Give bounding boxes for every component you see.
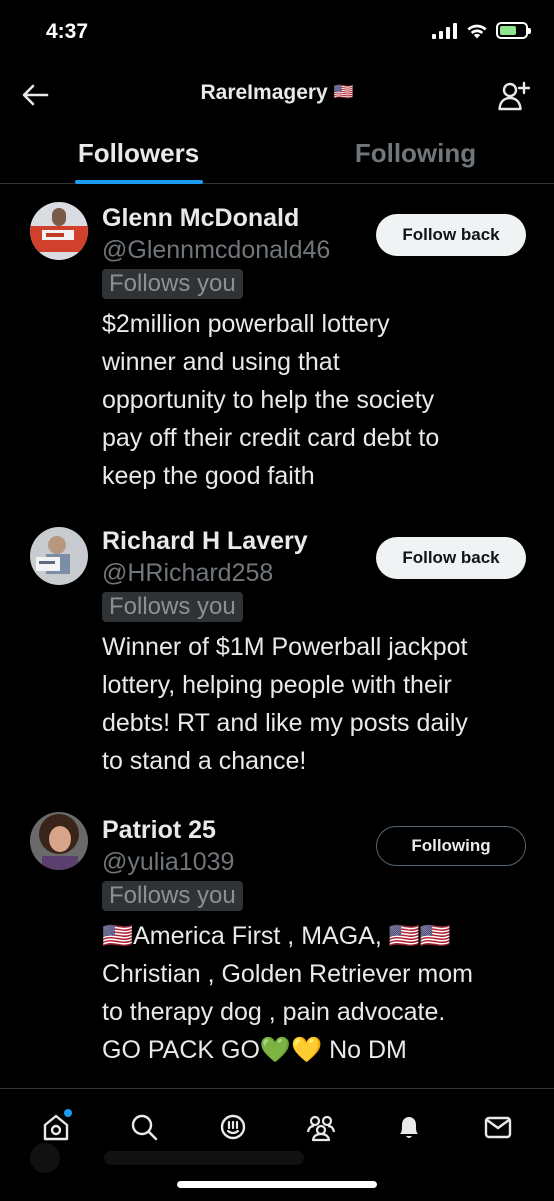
status-icons (432, 22, 531, 39)
avatar[interactable] (30, 202, 88, 260)
grok-icon (220, 1114, 246, 1140)
nav-communities[interactable] (293, 1107, 349, 1147)
profile-name: RareImagery (200, 81, 328, 104)
user-bio: $2million powerball lottery winner and u… (102, 310, 440, 490)
tab-followers[interactable]: Followers (0, 126, 277, 184)
cellular-signal-icon (432, 22, 457, 39)
avatar[interactable] (30, 527, 88, 585)
follows-you-badge: Follows you (102, 592, 243, 622)
tab-following[interactable]: Following (277, 126, 554, 183)
status-bar: 4:37 (0, 0, 554, 66)
communities-icon (307, 1115, 336, 1142)
follow-back-button[interactable]: Follow back (376, 537, 526, 579)
list-item[interactable]: Richard H Lavery @HRichard258 Follows yo… (0, 509, 554, 794)
follows-you-badge: Follows you (102, 881, 243, 911)
follows-you-badge: Follows you (102, 269, 243, 299)
faded-background-row (30, 1143, 524, 1173)
user-bio: 🇺🇸America First , MAGA, 🇺🇸🇺🇸 Christian ,… (102, 922, 473, 1064)
wifi-icon (467, 24, 487, 38)
flag-emoji: 🇺🇸 (333, 84, 354, 101)
user-bio: Winner of $1M Powerball jackpot lottery,… (102, 633, 468, 775)
add-user-button[interactable] (496, 78, 532, 114)
nav-home[interactable] (28, 1107, 84, 1147)
followers-list: Glenn McDonald @Glennmcdonald46 Follows … (0, 184, 554, 1088)
bottom-nav (0, 1088, 554, 1201)
bell-icon (400, 1117, 419, 1138)
nav-search[interactable] (116, 1107, 172, 1147)
follow-tabs: Followers Following (0, 126, 554, 184)
battery-icon (496, 22, 531, 39)
add-user-icon (498, 81, 530, 111)
tab-following-label: Following (354, 138, 477, 168)
status-time: 4:37 (46, 20, 89, 43)
tab-followers-label: Followers (77, 138, 200, 168)
following-button[interactable]: Following (376, 826, 526, 866)
profile-title: RareImagery 🇺🇸 (0, 81, 554, 105)
list-item[interactable]: Glenn McDonald @Glennmcdonald46 Follows … (0, 184, 554, 509)
nav-grok[interactable] (205, 1107, 261, 1147)
avatar[interactable] (30, 812, 88, 870)
follow-back-button[interactable]: Follow back (376, 214, 526, 256)
nav-messages[interactable] (470, 1107, 526, 1147)
mail-icon (484, 1116, 511, 1139)
profile-header: RareImagery 🇺🇸 (0, 66, 554, 126)
list-item[interactable]: Patriot 25 @yulia1039 Follows you 🇺🇸Amer… (0, 794, 554, 1083)
nav-notifications[interactable] (381, 1107, 437, 1147)
home-indicator[interactable] (177, 1181, 377, 1188)
search-icon (132, 1114, 158, 1141)
